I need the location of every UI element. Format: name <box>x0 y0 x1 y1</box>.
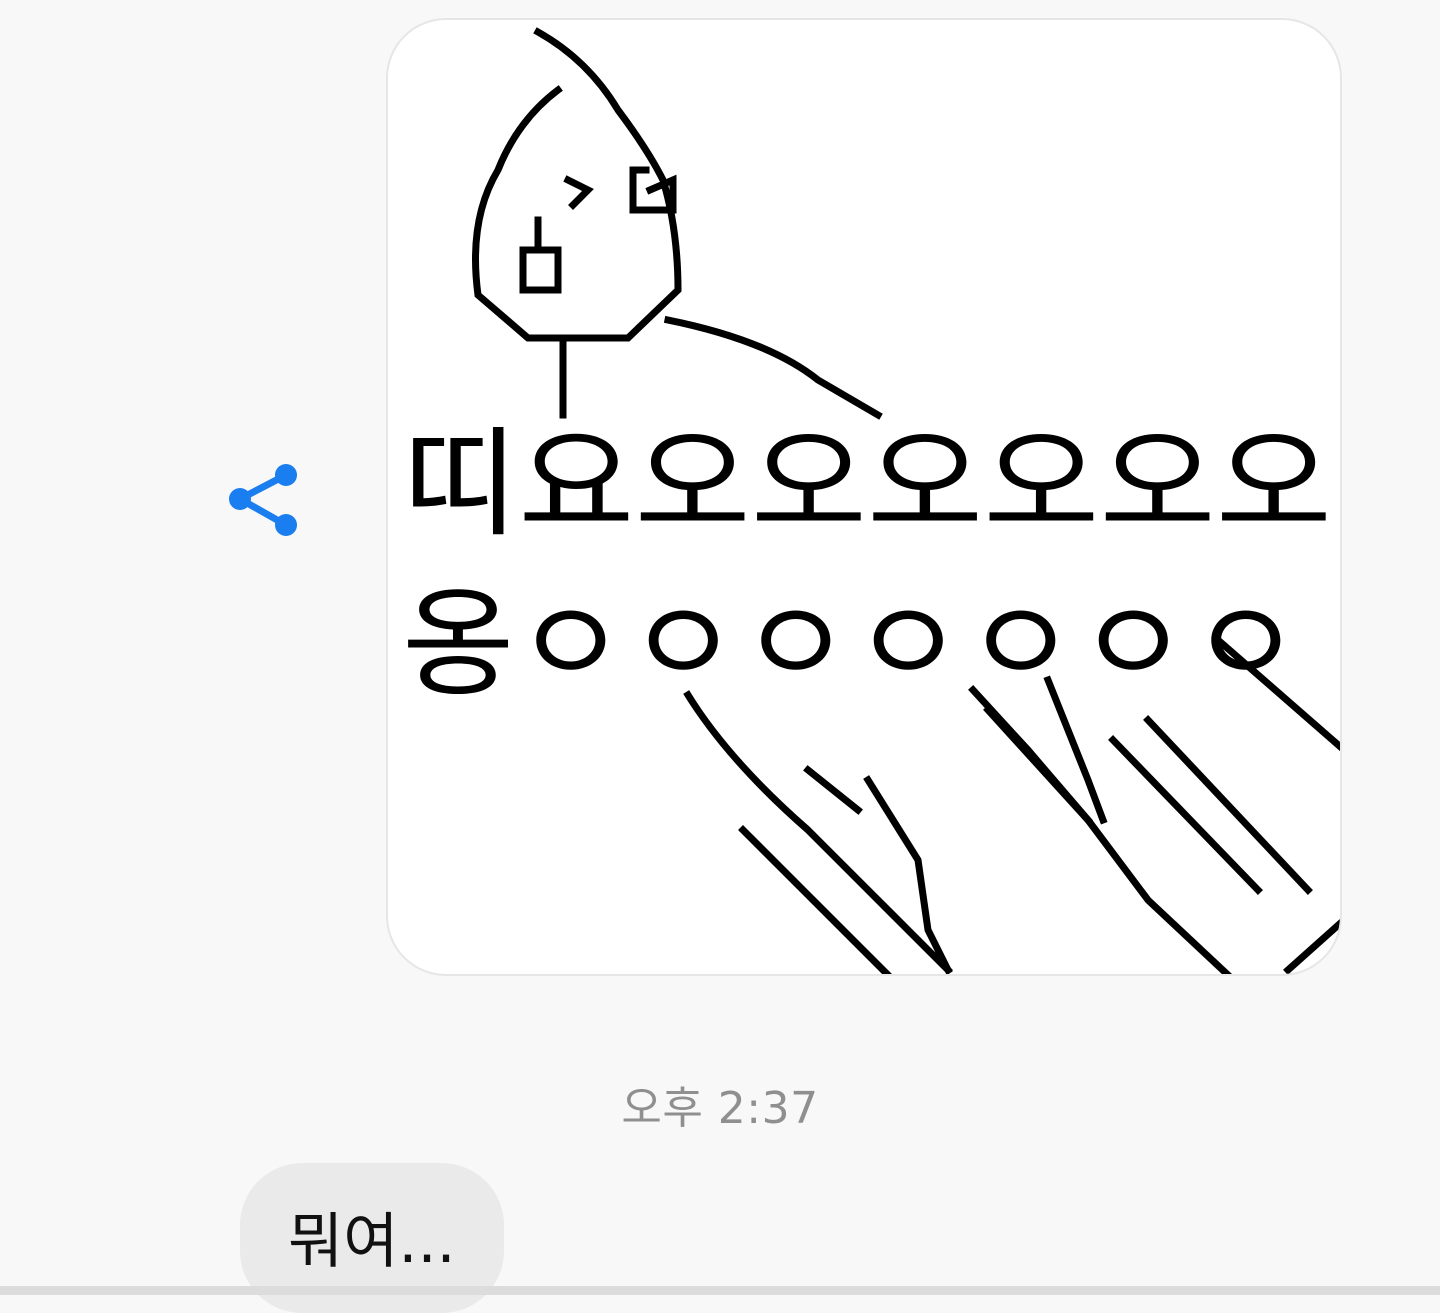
image-text-line-1: 띠요오오오오오오 <box>402 415 1332 553</box>
share-button[interactable] <box>220 455 306 541</box>
image-message[interactable]: 띠요오오오오오오 옹ㅇㅇㅇㅇㅇㅇㅇ <box>386 18 1342 976</box>
image-text-line-2: 옹ㅇㅇㅇㅇㅇㅇㅇ <box>402 575 1302 713</box>
share-icon <box>229 464 297 536</box>
incoming-message-text: 뭐여... <box>288 1207 456 1277</box>
message-timestamp: 오후 2:37 <box>621 1083 819 1134</box>
doodle-image: 띠요오오오오오오 옹ㅇㅇㅇㅇㅇㅇㅇ <box>402 27 1340 974</box>
bottom-divider <box>0 1286 1440 1295</box>
